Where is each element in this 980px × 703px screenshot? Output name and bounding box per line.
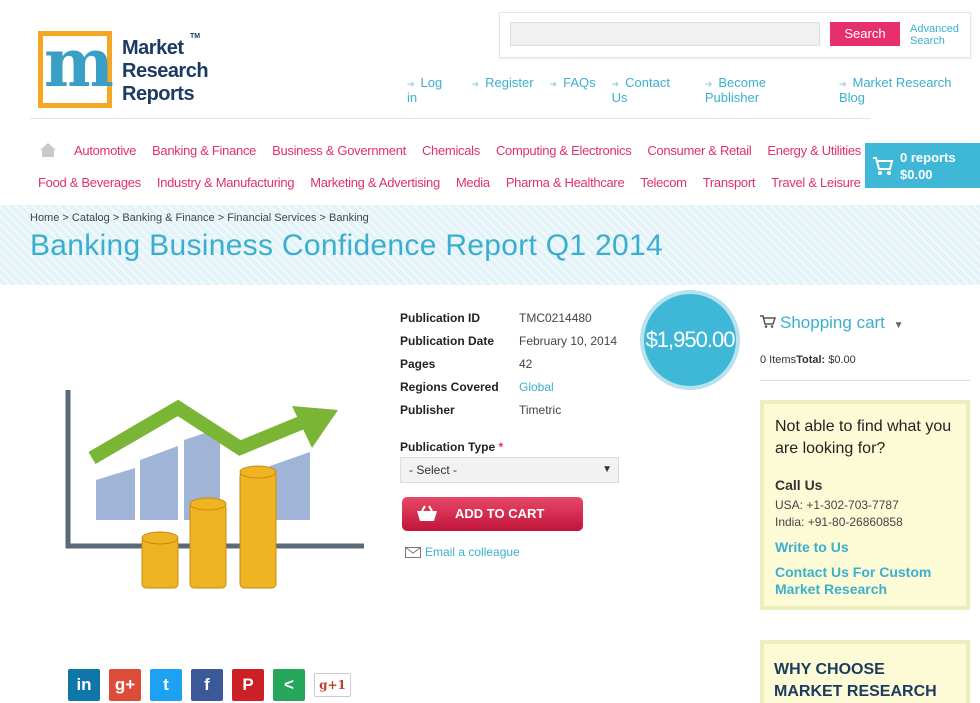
category-telecom[interactable]: Telecom <box>640 175 687 190</box>
envelope-icon <box>405 547 421 559</box>
category-food-beverages[interactable]: Food & Beverages <box>38 175 141 190</box>
detail-row: Publisher Timetric <box>400 403 617 426</box>
top-link-become-publisher[interactable]: ➔ Become Publisher <box>705 75 823 105</box>
divider <box>30 118 870 119</box>
cart-icon <box>760 315 777 328</box>
logo-text[interactable]: Market Research Reports <box>122 37 209 106</box>
category-banking-finance[interactable]: Banking & Finance <box>152 143 256 158</box>
arrow-icon: ➔ <box>838 79 847 89</box>
breadcrumb[interactable]: Home > Catalog > Banking & Finance > Fin… <box>30 212 369 224</box>
email-colleague-link[interactable]: Email a colleague <box>405 545 520 559</box>
google-plus-one-button[interactable]: g+1 <box>314 673 351 697</box>
custom-research-link[interactable]: Contact Us For Custom Market Research <box>775 564 931 598</box>
category-marketing-advertising[interactable]: Marketing & Advertising <box>310 175 440 190</box>
cart-count: 0 reports <box>900 150 956 165</box>
arrow-icon: ➔ <box>407 79 415 89</box>
help-heading: Not able to find what you are looking fo… <box>775 418 952 457</box>
pages-count: 42 <box>519 357 533 371</box>
facebook-icon[interactable]: f <box>191 669 223 701</box>
top-link-login[interactable]: ➔ Log in <box>407 75 456 105</box>
add-to-cart-button[interactable]: ADD TO CART <box>402 497 583 531</box>
pinterest-icon[interactable]: P <box>232 669 264 701</box>
search-input[interactable] <box>510 22 820 46</box>
category-consumer-retail[interactable]: Consumer & Retail <box>647 143 751 158</box>
publisher-name: Timetric <box>519 403 562 417</box>
arrow-icon: ➔ <box>704 79 713 89</box>
basket-icon <box>417 505 437 521</box>
shopping-cart-toggle[interactable]: Shopping cart ▼ <box>760 313 904 333</box>
top-link-faqs[interactable]: ➔ FAQs <box>550 75 596 105</box>
top-link-contact[interactable]: ➔ Contact Us <box>612 75 689 105</box>
category-energy-utilities[interactable]: Energy & Utilities <box>767 143 861 158</box>
price-badge: $1,950.00 <box>640 290 740 390</box>
category-business-government[interactable]: Business & Government <box>272 143 406 158</box>
report-cover-image <box>65 390 364 589</box>
regions-link[interactable]: Global <box>519 380 554 403</box>
top-links: ➔ Log in ➔ Register ➔ FAQs ➔ Contact Us ➔ Bec… <box>407 75 980 105</box>
category-computing-electronics[interactable]: Computing & Electronics <box>496 143 632 158</box>
help-box: Not able to find what you are looking fo… <box>760 400 970 610</box>
category-nav-row1: Automotive Banking & Finance Business & … <box>74 143 861 158</box>
category-pharma-healthcare[interactable]: Pharma & Healthcare <box>506 175 625 190</box>
category-automotive[interactable]: Automotive <box>74 143 136 158</box>
page-title: Banking Business Confidence Report Q1 20… <box>30 229 663 262</box>
publication-type-label: Publication Type * <box>400 440 504 454</box>
detail-row: Regions Covered Global <box>400 380 617 403</box>
category-nav-row2: Food & Beverages Industry & Manufacturin… <box>38 175 861 190</box>
write-to-us-link[interactable]: Write to Us <box>775 539 849 556</box>
logo-trademark: TM <box>190 33 201 40</box>
publication-type-select[interactable]: - Select - ▼ <box>400 457 619 483</box>
cart-icon <box>873 157 894 175</box>
why-choose-box: WHY CHOOSE MARKET RESEARCH <box>760 640 970 703</box>
call-us-heading: Call Us <box>775 477 823 493</box>
cart-total: $0.00 <box>900 167 933 182</box>
category-media[interactable]: Media <box>456 175 490 190</box>
publication-details: Publication ID TMC0214480 Publication Dat… <box>400 311 617 426</box>
publication-date: February 10, 2014 <box>519 334 618 348</box>
header-cart[interactable]: 0 reports $0.00 <box>865 143 980 188</box>
detail-row: Pages 42 <box>400 357 617 380</box>
top-link-register[interactable]: ➔ Register <box>472 75 534 105</box>
category-travel-leisure[interactable]: Travel & Leisure <box>771 175 861 190</box>
chevron-down-icon: ▼ <box>893 320 904 331</box>
category-chemicals[interactable]: Chemicals <box>422 143 480 158</box>
home-icon[interactable] <box>39 142 57 158</box>
logo-mark: m <box>44 24 114 102</box>
publication-id: TMC0214480 <box>519 311 592 325</box>
shopping-cart-summary: 0 ItemsTotal: $0.00 <box>760 354 856 366</box>
googleplus-icon[interactable]: g+ <box>109 669 141 701</box>
social-share-bar: in g+ t f P < g+1 <box>68 669 351 701</box>
phone-india: India: +91-80-26860858 <box>775 515 903 529</box>
category-industry-manufacturing[interactable]: Industry & Manufacturing <box>157 175 295 190</box>
category-transport[interactable]: Transport <box>703 175 756 190</box>
dropdown-caret-icon: ▼ <box>602 464 612 475</box>
linkedin-icon[interactable]: in <box>68 669 100 701</box>
phone-usa: USA: +1-302-703-7787 <box>775 498 899 512</box>
search-button[interactable]: Search <box>830 22 900 46</box>
arrow-icon: ➔ <box>471 79 480 89</box>
twitter-icon[interactable]: t <box>150 669 182 701</box>
detail-row: Publication ID TMC0214480 <box>400 311 617 334</box>
arrow-icon: ➔ <box>611 79 620 89</box>
divider <box>760 380 970 381</box>
top-link-blog[interactable]: ➔ Market Research Blog <box>839 75 980 105</box>
why-choose-heading: WHY CHOOSE MARKET RESEARCH <box>774 661 937 700</box>
share-icon[interactable]: < <box>273 669 305 701</box>
advanced-search-link[interactable]: Advanced Search <box>910 23 959 47</box>
detail-row: Publication Date February 10, 2014 <box>400 334 617 357</box>
arrow-icon: ➔ <box>549 79 558 89</box>
